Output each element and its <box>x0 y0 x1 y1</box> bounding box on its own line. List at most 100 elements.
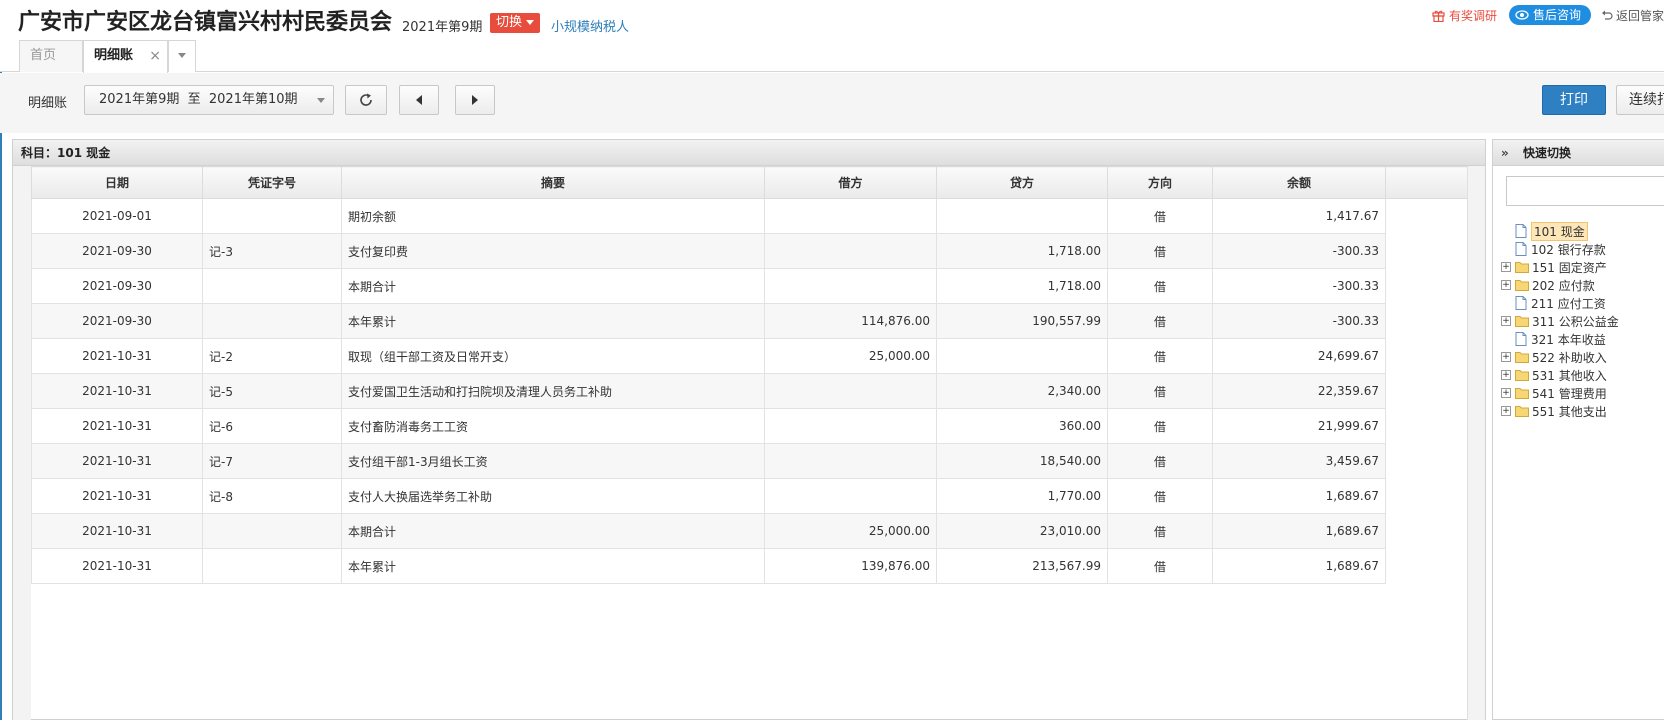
cell-summary: 支付复印费 <box>341 233 765 269</box>
cell-filler <box>1386 409 1470 444</box>
table-row[interactable]: 2021-10-31 记-6 支付畜防消毒务工工资 360.00 借 21,99… <box>31 408 1470 444</box>
cell-voucher[interactable]: 记-7 <box>202 443 342 479</box>
tree-item[interactable]: +202 应付款 <box>1501 276 1664 294</box>
cell-voucher[interactable] <box>202 268 342 304</box>
ledger-panel: 科目：101 现金 日期 凭证字号 摘要 借方 贷方 方向 余额 2021-09… <box>12 139 1486 720</box>
table-row[interactable]: 2021-10-31 记-8 支付人大换届选举务工补助 1,770.00 借 1… <box>31 478 1470 514</box>
cell-voucher[interactable]: 记-3 <box>202 233 342 269</box>
cell-balance: 1,689.67 <box>1212 513 1386 549</box>
folder-icon <box>1515 351 1529 363</box>
expand-icon[interactable]: + <box>1501 280 1511 290</box>
cell-date: 2021-09-01 <box>31 198 203 234</box>
cell-credit: 18,540.00 <box>936 443 1108 479</box>
expand-icon[interactable]: + <box>1501 388 1511 398</box>
cell-voucher[interactable] <box>202 303 342 339</box>
close-icon[interactable]: × <box>149 41 161 71</box>
cell-debit <box>764 233 937 269</box>
previous-button[interactable] <box>399 85 439 115</box>
taxpayer-type-link[interactable]: 小规模纳税人 <box>551 16 629 35</box>
col-header-date[interactable]: 日期 <box>31 166 203 199</box>
tab-detail-ledger[interactable]: 明细账 × <box>83 40 168 73</box>
back-to-manager-link[interactable]: 返回管家 <box>1601 7 1664 24</box>
cell-summary: 本年累计 <box>341 548 765 584</box>
col-header-direction[interactable]: 方向 <box>1107 166 1213 199</box>
print-button[interactable]: 打印 <box>1542 85 1606 115</box>
cell-credit: 1,770.00 <box>936 478 1108 514</box>
tree-item[interactable]: +151 固定资产 <box>1501 258 1664 276</box>
tree-item[interactable]: 211 应付工资 <box>1501 294 1664 312</box>
cell-date: 2021-10-31 <box>31 338 203 374</box>
cell-voucher[interactable]: 记-2 <box>202 338 342 374</box>
col-header-summary[interactable]: 摘要 <box>341 166 765 199</box>
cell-voucher[interactable] <box>202 548 342 584</box>
cell-voucher[interactable]: 记-5 <box>202 373 342 409</box>
cell-date: 2021-10-31 <box>31 548 203 584</box>
doc-icon <box>1515 224 1527 238</box>
table-row[interactable]: 2021-09-30 本年累计 114,876.00 190,557.99 借 … <box>31 303 1470 339</box>
table-row[interactable]: 2021-10-31 记-5 支付爱国卫生活动和打扫院坝及清理人员务工补助 2,… <box>31 373 1470 409</box>
tab-home[interactable]: 首页 <box>19 40 83 72</box>
table-row[interactable]: 2021-09-01 期初余额 借 1,417.67 <box>31 198 1470 234</box>
table-row[interactable]: 2021-10-31 本期合计 25,000.00 23,010.00 借 1,… <box>31 513 1470 549</box>
doc-icon <box>1515 296 1527 310</box>
tree-item[interactable]: +551 其他支出 <box>1501 402 1664 420</box>
cell-debit: 25,000.00 <box>764 513 937 549</box>
period-range-select[interactable]: 2021年第9期 至 2021年第10期 <box>84 85 334 115</box>
tree-item[interactable]: 102 银行存款 <box>1501 240 1664 258</box>
expand-icon[interactable]: + <box>1501 262 1511 272</box>
vertical-scrollbar[interactable] <box>1467 166 1485 720</box>
support-button[interactable]: 售后咨询 <box>1508 5 1591 25</box>
expand-icon[interactable]: + <box>1501 406 1511 416</box>
cell-date: 2021-10-31 <box>31 478 203 514</box>
tree-item[interactable]: +541 管理费用 <box>1501 384 1664 402</box>
doc-icon <box>1515 332 1527 346</box>
tree-item[interactable]: 321 本年收益 <box>1501 330 1664 348</box>
quick-switch-panel: » 快速切换 101 现金 102 银行存款 +151 固定资产 +202 应付款 21… <box>1492 139 1664 720</box>
tree-item[interactable]: +531 其他收入 <box>1501 366 1664 384</box>
table-row[interactable]: 2021-10-31 本年累计 139,876.00 213,567.99 借 … <box>31 548 1470 584</box>
tree-item-label: 102 银行存款 <box>1531 242 1606 257</box>
tree-item[interactable]: +522 补助收入 <box>1501 348 1664 366</box>
table-row[interactable]: 2021-09-30 记-3 支付复印费 1,718.00 借 -300.33 <box>31 233 1470 269</box>
double-chevron-right-icon[interactable]: » <box>1501 146 1509 160</box>
table-row[interactable]: 2021-09-30 本期合计 1,718.00 借 -300.33 <box>31 268 1470 304</box>
col-header-credit[interactable]: 贷方 <box>936 166 1108 199</box>
current-period: 2021年第9期 <box>402 20 483 35</box>
survey-link[interactable]: 有奖调研 <box>1432 7 1497 24</box>
cell-filler <box>1385 513 1470 549</box>
switch-period-button[interactable]: 切换 <box>490 13 541 33</box>
table-row[interactable]: 2021-10-31 记-7 支付组干部1-3月组长工资 18,540.00 借… <box>31 443 1470 479</box>
cell-credit: 2,340.00 <box>936 373 1108 409</box>
cell-date: 2021-10-31 <box>31 513 203 549</box>
cell-voucher[interactable]: 记-8 <box>202 478 342 514</box>
cell-direction: 借 <box>1107 478 1213 514</box>
cell-credit: 190,557.99 <box>936 303 1108 339</box>
gift-icon <box>1432 9 1445 22</box>
tree-item-label: 551 其他支出 <box>1532 404 1607 419</box>
quick-switch-header[interactable]: » 快速切换 <box>1493 140 1664 166</box>
cell-voucher[interactable] <box>202 513 342 549</box>
cell-date: 2021-10-31 <box>31 373 203 409</box>
refresh-button[interactable] <box>345 85 387 115</box>
expand-icon[interactable]: + <box>1501 316 1511 326</box>
cell-voucher[interactable]: 记-6 <box>202 408 342 444</box>
col-header-voucher[interactable]: 凭证字号 <box>202 166 342 199</box>
cell-credit <box>936 338 1108 374</box>
col-header-balance[interactable]: 余额 <box>1212 166 1386 199</box>
col-header-debit[interactable]: 借方 <box>764 166 937 199</box>
folder-icon <box>1515 261 1529 273</box>
expand-icon[interactable]: + <box>1501 370 1511 380</box>
tree-item-label: 321 本年收益 <box>1531 332 1606 347</box>
next-button[interactable] <box>455 85 495 115</box>
tree-item[interactable]: +311 公积公益金 <box>1501 312 1664 330</box>
table-row[interactable]: 2021-10-31 记-2 取现（组干部工资及日常开支） 25,000.00 … <box>31 338 1470 374</box>
continuous-print-button[interactable]: 连续打 <box>1616 85 1664 115</box>
cell-direction: 借 <box>1107 303 1213 339</box>
quick-search-input[interactable] <box>1506 176 1664 206</box>
tab-more-dropdown[interactable] <box>168 40 196 72</box>
expand-icon[interactable]: + <box>1501 352 1511 362</box>
tree-item[interactable]: 101 现金 <box>1501 221 1664 241</box>
cell-voucher[interactable] <box>202 198 342 234</box>
